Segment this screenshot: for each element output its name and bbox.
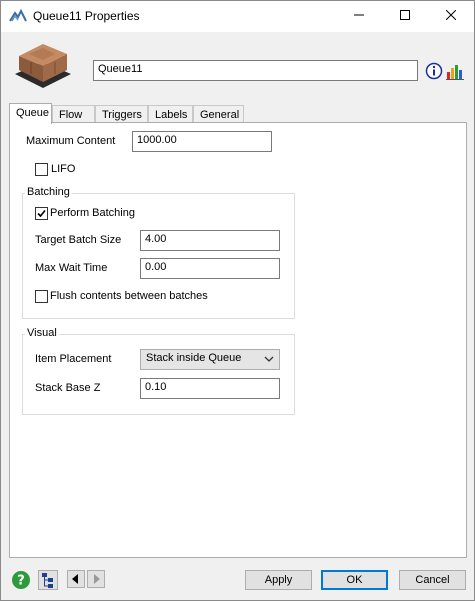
max-content-label: Maximum Content — [26, 135, 116, 147]
info-icon[interactable] — [425, 62, 443, 80]
max-content-input[interactable]: 1000.00 — [132, 131, 272, 152]
flexsim-logo-icon — [9, 8, 27, 23]
item-placement-select[interactable]: Stack inside Queue — [140, 349, 280, 370]
visual-group-title: Visual — [25, 327, 59, 339]
perform-batching-label: Perform Batching — [50, 207, 135, 219]
chevron-down-icon — [264, 354, 274, 367]
next-button[interactable] — [87, 570, 105, 588]
target-batch-size-input[interactable]: 4.00 — [140, 230, 280, 251]
title-bar[interactable]: Queue11 Properties — [1, 1, 474, 32]
window-title: Queue11 Properties — [33, 9, 140, 23]
visual-group: Visual Item Placement Stack inside Queue… — [22, 327, 295, 415]
help-icon[interactable]: ? — [11, 570, 31, 590]
cancel-button[interactable]: Cancel — [399, 570, 466, 590]
maximize-button[interactable] — [382, 1, 428, 32]
lifo-checkbox[interactable] — [35, 163, 48, 176]
minimize-button[interactable] — [336, 1, 382, 32]
tab-flow[interactable]: Flow — [52, 105, 95, 123]
flush-contents-label: Flush contents between batches — [50, 290, 208, 302]
close-icon — [445, 9, 457, 23]
item-placement-value: Stack inside Queue — [146, 352, 242, 364]
prev-arrow-icon — [68, 574, 84, 590]
target-batch-size-label: Target Batch Size — [35, 234, 122, 246]
max-wait-time-input[interactable]: 0.00 — [140, 258, 280, 279]
ok-button[interactable]: OK — [321, 570, 388, 590]
properties-window: Queue11 Properties Queue11 Queue Flow Tr… — [0, 0, 475, 601]
tree-icon[interactable] — [38, 570, 58, 590]
max-wait-time-label: Max Wait Time — [35, 262, 108, 274]
perform-batching-checkbox[interactable] — [35, 207, 48, 220]
stack-base-z-input[interactable]: 0.10 — [140, 378, 280, 399]
tab-queue[interactable]: Queue — [9, 103, 52, 124]
dialog-footer: ? Apply OK Cancel — [1, 563, 474, 600]
tab-labels[interactable]: Labels — [148, 105, 193, 123]
stack-base-z-label: Stack Base Z — [35, 382, 101, 394]
object-header: Queue11 — [1, 32, 474, 102]
prev-button[interactable] — [67, 570, 85, 588]
flush-contents-checkbox[interactable] — [35, 290, 48, 303]
minimize-icon — [354, 10, 364, 23]
item-placement-label: Item Placement — [35, 353, 112, 365]
svg-text:?: ? — [17, 574, 25, 589]
lifo-label: LIFO — [51, 163, 76, 175]
tab-general[interactable]: General — [193, 105, 244, 123]
tab-triggers[interactable]: Triggers — [95, 105, 148, 123]
batching-group-title: Batching — [25, 186, 72, 198]
close-button[interactable] — [428, 1, 474, 32]
stats-chart-icon[interactable] — [446, 62, 464, 80]
maximize-icon — [400, 10, 410, 23]
queue-3d-icon — [13, 40, 73, 92]
queue-tab-panel: Maximum Content 1000.00 LIFO Batching Pe… — [9, 122, 467, 558]
apply-button[interactable]: Apply — [245, 570, 312, 590]
batching-group: Batching Perform Batching Target Batch S… — [22, 186, 295, 319]
object-name-input[interactable]: Queue11 — [93, 60, 418, 81]
next-arrow-icon — [88, 574, 104, 590]
